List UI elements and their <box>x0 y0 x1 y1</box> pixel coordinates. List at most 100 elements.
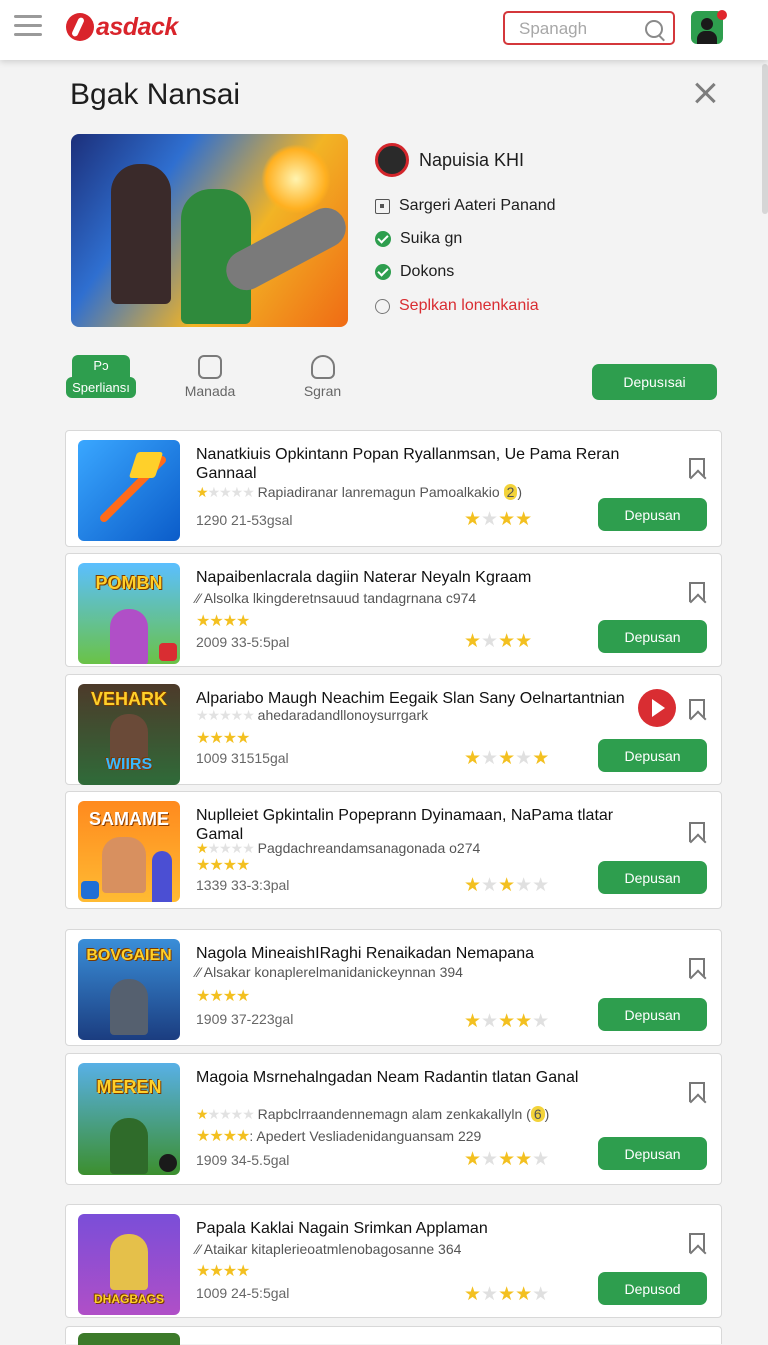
game-subtitle: ⁄⁄ Alsakar konaplerelmanidanickeynnan 39… <box>196 964 463 980</box>
rating-stars: ★★★★ <box>196 730 250 747</box>
info-text: Suika gn <box>400 230 463 247</box>
game-title: Napaibenlacrala dagiin Naterar Neyaln Kg… <box>196 569 532 586</box>
game-subtitle: ★★★★: Apedert Vesliadenidanguansam 229 <box>196 1128 482 1145</box>
list-item[interactable]: SAMAME Nuplleiet Gpkintalin Popeprann Dy… <box>65 791 722 909</box>
bookmark-icon[interactable] <box>689 582 705 602</box>
check-icon <box>375 231 391 247</box>
creator-name: Napuisia KHI <box>419 149 525 170</box>
info-row: Sargeri Aateri Panand <box>375 197 556 215</box>
list-item[interactable]: POMBN Napaibenlacrala dagiin Naterar Ney… <box>65 553 722 667</box>
game-meta: 1009 31515gal <box>196 750 289 766</box>
game-meta: 1339 33-3:3pal <box>196 877 290 893</box>
bookmark-icon[interactable] <box>689 458 705 478</box>
list-item[interactable]: DHAGBAGS Papala Kaklai Nagain Srimkan Ap… <box>65 1204 722 1318</box>
tab-manada[interactable]: Manada <box>180 355 240 399</box>
bookmark-icon[interactable] <box>689 699 705 719</box>
game-subtitle: ★★★★★ Rapiadiranar lanremagun Pamoalkaki… <box>196 484 523 500</box>
game-action-button[interactable]: Depusan <box>598 861 707 894</box>
rating-stars: ★★★★★ <box>196 484 255 500</box>
bookmark-icon[interactable] <box>689 1233 705 1253</box>
rating-stars: ★★★★★ <box>464 1284 550 1305</box>
bookmark-icon[interactable] <box>689 822 705 842</box>
rating-stars: ★★★★ <box>464 509 533 530</box>
check-icon <box>375 264 391 280</box>
list-item[interactable]: MEREN Magoia Msrnehalngadan Neam Radanti… <box>65 1053 722 1185</box>
menu-icon[interactable] <box>14 15 42 39</box>
logo-mark-icon <box>66 13 94 41</box>
game-subtitle: ★★★★★ Rapbclrraandennemagn alam zenkakal… <box>196 1106 550 1122</box>
tab-label: Manada <box>184 383 236 399</box>
logo-text: asdack <box>96 12 178 41</box>
rating-stars: ★★★★ <box>196 1263 250 1280</box>
game-title: Nanatkiuis Opkintann Popan Ryallanmsan, … <box>196 446 620 482</box>
game-meta: 2009 33-5:5pal <box>196 634 290 650</box>
game-action-button[interactable]: Depusan <box>598 1137 707 1170</box>
info-row: Dokons <box>375 263 454 281</box>
game-title: Papala Kaklai Nagain Srimkan Applaman <box>196 1220 488 1237</box>
list-item[interactable] <box>65 1326 722 1345</box>
rating-stars: ★★★★★ <box>464 1011 550 1032</box>
game-subtitle: ⁄⁄ Alsolka lkingderetnsauud tandagrnana … <box>196 590 477 606</box>
tab-sperliansi[interactable]: Pɔ Sperliansı <box>66 355 136 404</box>
creator-avatar <box>375 143 409 177</box>
game-thumbnail: SAMAME <box>78 801 180 902</box>
info-row[interactable]: Seplkan lonenkania <box>375 297 539 315</box>
game-subtitle: ★★★★★ ahedaradandllonoysurrgark <box>196 707 429 723</box>
game-meta: 1909 37-223gal <box>196 1011 294 1027</box>
game-action-button[interactable]: Depusan <box>598 498 707 531</box>
game-meta: 1909 34-5.5gal <box>196 1152 290 1168</box>
game-thumbnail: POMBN <box>78 563 180 664</box>
rating-stars: ★★★★ <box>196 613 250 630</box>
hero-image <box>71 134 348 327</box>
list-item[interactable]: VEHARK WIIRS Alpariabo Maugh Neachim Eeg… <box>65 674 722 785</box>
game-action-button[interactable]: Depusod <box>598 1272 707 1305</box>
ring-icon[interactable] <box>375 298 390 314</box>
badge: 2 <box>503 484 518 500</box>
rating-stars: ★★★★ <box>196 857 250 874</box>
badge: 6 <box>530 1106 545 1122</box>
game-action-button[interactable]: Depusan <box>598 739 707 772</box>
search-box[interactable] <box>503 11 675 45</box>
logo[interactable]: asdack <box>66 10 178 44</box>
rating-stars: ★★★★ <box>464 631 533 652</box>
play-button[interactable] <box>638 689 676 727</box>
game-thumbnail: MEREN <box>78 1063 180 1175</box>
notification-dot <box>717 10 727 20</box>
game-subtitle: ⁄⁄ Ataikar kitaplerieoatmlenobagosanne 3… <box>196 1241 462 1257</box>
rating-stars: ★★★★ <box>196 988 250 1005</box>
people-icon <box>310 355 335 379</box>
info-text: Dokons <box>400 263 455 280</box>
game-action-button[interactable]: Depusan <box>598 620 707 653</box>
game-thumbnail <box>78 1333 180 1345</box>
primary-button[interactable]: Depusısai <box>592 364 717 400</box>
page-title: Bgak Nansai <box>70 78 241 111</box>
game-thumbnail: DHAGBAGS <box>78 1214 180 1315</box>
tab-label: Sperliansı <box>66 377 136 398</box>
game-meta: 1009 24-5:5gal <box>196 1285 290 1301</box>
search-input[interactable] <box>517 18 641 40</box>
list-item[interactable]: BOVGAIEN Nagola MineaishIRaghi Renaikada… <box>65 929 722 1046</box>
scrollbar[interactable] <box>762 64 768 214</box>
game-title: Nagola MineaishIRaghi Renaikadan Nemapan… <box>196 945 534 962</box>
tag-icon <box>198 355 222 379</box>
game-title: Nuplleiet Gpkintalin Popeprann Dyinamaan… <box>196 807 614 843</box>
rating-stars: ★★★★★ <box>464 748 550 769</box>
list-item[interactable]: Nanatkiuis Opkintann Popan Ryallanmsan, … <box>65 430 722 547</box>
game-title: Magoia Msrnehalngadan Neam Radantin tlat… <box>196 1069 579 1086</box>
close-icon[interactable] <box>694 82 716 104</box>
tab-sgran[interactable]: Sgran <box>295 355 350 399</box>
creator[interactable]: Napuisia KHI <box>375 143 524 177</box>
info-row: Suika gn <box>375 230 462 248</box>
box-icon <box>375 198 390 214</box>
bookmark-icon[interactable] <box>689 958 705 978</box>
game-thumbnail: BOVGAIEN <box>78 939 180 1040</box>
game-title: Alpariabo Maugh Neachim Eegaik Slan Sany… <box>196 690 625 707</box>
game-action-button[interactable]: Depusan <box>598 998 707 1031</box>
search-icon[interactable] <box>645 20 663 38</box>
game-meta: 1290 21-53gsal <box>196 512 293 528</box>
info-link[interactable]: Seplkan lonenkania <box>399 297 539 315</box>
top-bar: asdack <box>0 0 768 60</box>
game-thumbnail: VEHARK WIIRS <box>78 684 180 785</box>
bookmark-icon[interactable] <box>689 1082 705 1102</box>
tab-label: Sgran <box>303 383 342 399</box>
